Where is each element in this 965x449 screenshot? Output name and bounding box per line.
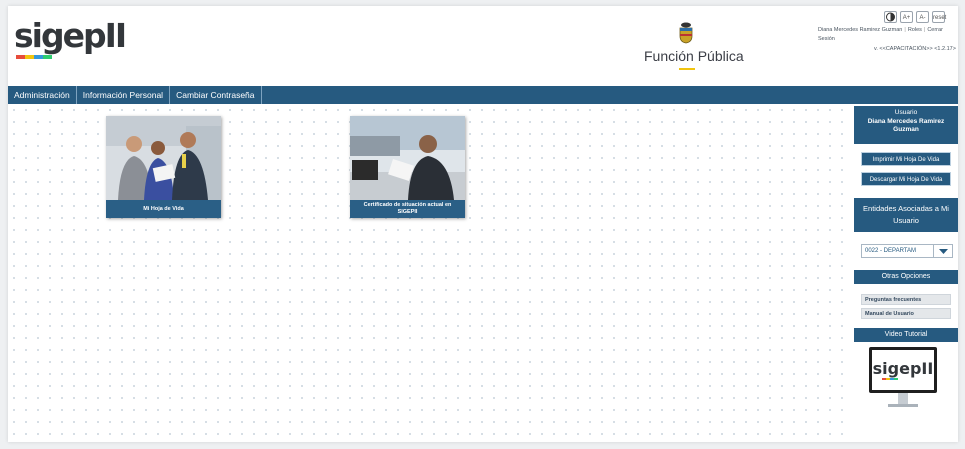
- brand-title: Función Pública: [644, 48, 744, 64]
- brand-underline: [679, 68, 695, 70]
- video-tutorial-heading: Video Tutorial: [854, 328, 958, 342]
- logo-text: sigepII: [14, 16, 127, 55]
- header: sigepII Función Pública A+ A- reset Dian…: [8, 6, 958, 86]
- text-size-increase-icon[interactable]: A+: [900, 11, 913, 23]
- sidebar-user-name: Diana Mercedes Ramirez Guzman: [867, 117, 945, 134]
- main-nav: Administración Información Personal Camb…: [8, 86, 958, 104]
- text-size-decrease-icon[interactable]: A-: [916, 11, 929, 23]
- right-sidebar: Usuario Diana Mercedes Ramirez Guzman Im…: [854, 106, 958, 436]
- hoja-de-vida-photo: [106, 116, 221, 200]
- accessibility-toolbar: A+ A- reset: [884, 11, 946, 23]
- user-manual-link[interactable]: Manual de Usuario: [861, 308, 951, 319]
- sidebar-user-box: Usuario Diana Mercedes Ramirez Guzman: [854, 106, 958, 144]
- logo-color-bars: [16, 55, 52, 59]
- page: sigepII Función Pública A+ A- reset Dian…: [8, 6, 958, 442]
- chevron-down-icon[interactable]: [933, 245, 952, 257]
- user-info-line: Diana Mercedes Ramirez Guzman | Roles | Cerr…: [818, 27, 943, 33]
- reset-icon[interactable]: reset: [932, 11, 946, 23]
- main-content: Mi Hoja de Vida Certificado de situación…: [8, 104, 844, 442]
- nav-item-administracion[interactable]: Administración: [8, 86, 77, 104]
- video-tutorial-monitor-icon[interactable]: sigepII: [868, 346, 938, 416]
- sidebar-user-heading: Usuario: [894, 109, 918, 116]
- video-logo-text: sigepII: [873, 359, 934, 378]
- version-label: v. <<CAPACITACIÓN>> <1.2.17>: [874, 46, 956, 52]
- contrast-icon[interactable]: [884, 11, 897, 23]
- entity-select[interactable]: 0022 - DEPARTAM: [861, 244, 953, 258]
- card-label: Certificado de situación actual en SIGEP…: [363, 202, 452, 215]
- download-resume-button[interactable]: Descargar Mi Hoja De Vida: [861, 172, 951, 186]
- coat-of-arms-icon: [679, 22, 693, 44]
- entities-heading: Entidades Asociadas a Mi Usuario: [854, 198, 958, 232]
- roles-link[interactable]: Roles: [908, 27, 922, 33]
- other-options-heading: Otras Opciones: [854, 270, 958, 284]
- print-resume-button[interactable]: Imprimir Mi Hoja De Vida: [861, 152, 951, 166]
- nav-item-informacion-personal[interactable]: Información Personal: [77, 86, 171, 104]
- sigep-logo[interactable]: sigepII: [14, 16, 134, 62]
- header-user-name: Diana Mercedes Ramirez Guzman: [818, 27, 903, 33]
- certificado-photo: [350, 116, 465, 200]
- card-certificado-situacion[interactable]: Certificado de situación actual en SIGEP…: [350, 116, 465, 218]
- logout-link[interactable]: Cerrar: [927, 27, 943, 33]
- logout-link-continued[interactable]: Sesión: [818, 36, 835, 42]
- card-label: Mi Hoja de Vida: [143, 205, 184, 212]
- funcion-publica-brand: Función Pública: [644, 22, 744, 70]
- card-mi-hoja-de-vida[interactable]: Mi Hoja de Vida: [106, 116, 221, 218]
- faq-link[interactable]: Preguntas frecuentes: [861, 294, 951, 305]
- entity-select-value: 0022 - DEPARTAM: [865, 248, 917, 254]
- nav-item-cambiar-contrasena[interactable]: Cambiar Contraseña: [170, 86, 262, 104]
